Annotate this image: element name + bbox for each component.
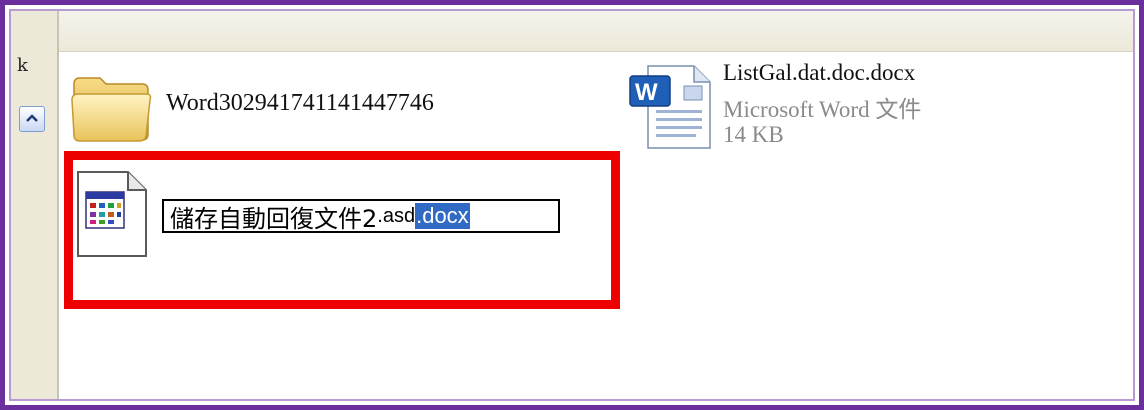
rename-text-base: 儲存自動回復文件2 <box>170 204 378 233</box>
svg-text:W: W <box>635 79 658 106</box>
left-task-pane: k <box>11 11 59 399</box>
word-file-size: 14 KB <box>723 122 784 147</box>
rename-text-extension: .asd <box>377 204 416 227</box>
rename-input[interactable]: 儲存自動回復文件2 .asd .docx <box>162 199 560 233</box>
folder-name[interactable]: Word302941741141447746 <box>166 90 434 117</box>
left-pane-clipped-text: k <box>17 55 28 76</box>
word-document-icon[interactable]: W <box>626 62 716 152</box>
chevron-up-icon <box>25 111 39 127</box>
rename-text-selected: .docx <box>415 203 470 229</box>
generic-application-file-icon[interactable] <box>76 170 148 258</box>
word-file-name[interactable]: ListGal.dat.doc.docx <box>723 60 915 86</box>
collapse-button[interactable] <box>19 106 45 132</box>
toolbar-strip <box>11 11 1133 52</box>
folder-icon[interactable] <box>70 70 152 144</box>
word-file-type: Microsoft Word 文件 <box>723 97 922 122</box>
